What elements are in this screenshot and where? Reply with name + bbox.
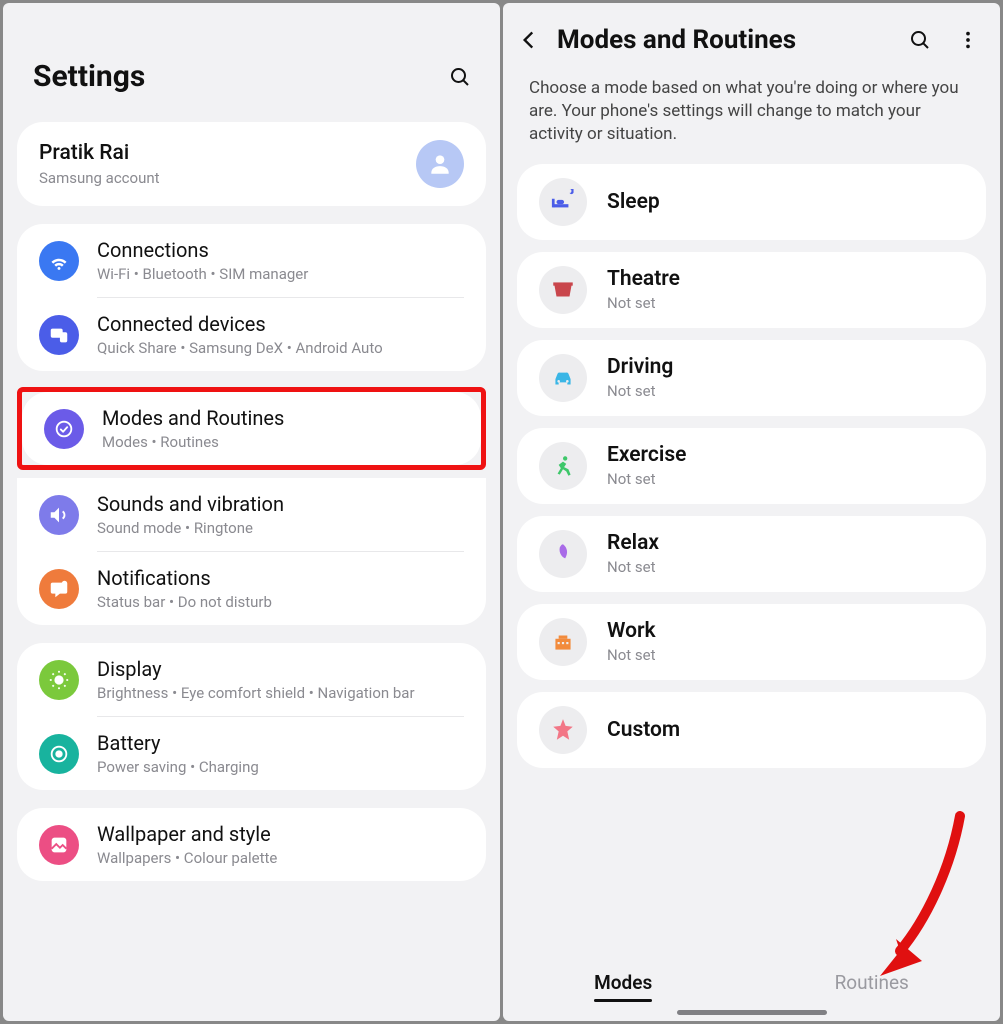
relax-icon bbox=[539, 530, 587, 578]
row-sub: Sound mode • Ringtone bbox=[97, 519, 464, 537]
mode-sub: Not set bbox=[607, 558, 659, 576]
account-name: Pratik Rai bbox=[39, 141, 160, 165]
mode-title: Sleep bbox=[607, 190, 660, 214]
sleep-icon bbox=[539, 178, 587, 226]
row-sub: Status bar • Do not disturb bbox=[97, 593, 464, 611]
page-title: Modes and Routines bbox=[553, 25, 896, 55]
devices-icon bbox=[39, 315, 79, 355]
display-icon bbox=[39, 660, 79, 700]
row-title: Wallpaper and style bbox=[97, 822, 464, 846]
row-title: Sounds and vibration bbox=[97, 492, 464, 516]
tab-modes[interactable]: Modes bbox=[594, 965, 652, 1000]
account-card[interactable]: Pratik Rai Samsung account bbox=[17, 122, 486, 206]
custom-icon bbox=[539, 706, 587, 754]
avatar[interactable] bbox=[416, 140, 464, 188]
mode-sub: Not set bbox=[607, 470, 686, 488]
settings-group-sound: Sounds and vibration Sound mode • Ringto… bbox=[17, 478, 486, 625]
settings-group-connections: Connections Wi-Fi • Bluetooth • SIM mana… bbox=[17, 224, 486, 371]
row-sub: Wallpapers • Colour palette bbox=[97, 849, 464, 867]
row-title: Notifications bbox=[97, 566, 464, 590]
row-title: Connected devices bbox=[97, 312, 464, 336]
row-sub: Quick Share • Samsung DeX • Android Auto bbox=[97, 339, 464, 357]
theatre-icon bbox=[539, 266, 587, 314]
mode-relax[interactable]: Relax Not set bbox=[517, 516, 986, 592]
settings-group-display: Display Brightness • Eye comfort shield … bbox=[17, 643, 486, 790]
notifications-icon bbox=[39, 569, 79, 609]
mode-work[interactable]: Work Not set bbox=[517, 604, 986, 680]
search-icon[interactable] bbox=[906, 26, 934, 54]
mode-sub: Not set bbox=[607, 646, 656, 664]
page-description: Choose a mode based on what you're doing… bbox=[503, 77, 1000, 164]
mode-title: Exercise bbox=[607, 443, 686, 467]
mode-sleep[interactable]: Sleep bbox=[517, 164, 986, 240]
mode-sub: Not set bbox=[607, 294, 680, 312]
mode-title: Relax bbox=[607, 531, 659, 555]
mode-exercise[interactable]: Exercise Not set bbox=[517, 428, 986, 504]
sound-icon bbox=[39, 495, 79, 535]
mode-title: Custom bbox=[607, 718, 680, 742]
highlight-annotation: Modes and Routines Modes • Routines bbox=[17, 387, 486, 470]
modes-icon bbox=[44, 409, 84, 449]
page-title: Settings bbox=[33, 59, 145, 94]
row-title: Connections bbox=[97, 238, 464, 262]
row-sub: Wi-Fi • Bluetooth • SIM manager bbox=[97, 265, 464, 283]
mode-custom[interactable]: Custom bbox=[517, 692, 986, 768]
bottom-tabs: Modes Routines bbox=[503, 951, 1000, 1010]
wallpaper-icon bbox=[39, 825, 79, 865]
driving-icon bbox=[539, 354, 587, 402]
row-battery[interactable]: Battery Power saving • Charging bbox=[17, 717, 486, 790]
mode-title: Work bbox=[607, 619, 656, 643]
row-sounds[interactable]: Sounds and vibration Sound mode • Ringto… bbox=[17, 478, 486, 551]
row-modes-routines[interactable]: Modes and Routines Modes • Routines bbox=[22, 392, 481, 465]
row-notifications[interactable]: Notifications Status bar • Do not distur… bbox=[17, 552, 486, 625]
more-icon[interactable] bbox=[954, 26, 982, 54]
row-title: Modes and Routines bbox=[102, 406, 459, 430]
account-sub: Samsung account bbox=[39, 169, 160, 187]
row-title: Battery bbox=[97, 731, 464, 755]
wifi-icon bbox=[39, 241, 79, 281]
row-connections[interactable]: Connections Wi-Fi • Bluetooth • SIM mana… bbox=[17, 224, 486, 297]
row-sub: Brightness • Eye comfort shield • Naviga… bbox=[97, 684, 464, 702]
battery-icon bbox=[39, 734, 79, 774]
mode-title: Theatre bbox=[607, 267, 680, 291]
exercise-icon bbox=[539, 442, 587, 490]
row-sub: Modes • Routines bbox=[102, 433, 459, 451]
tab-routines[interactable]: Routines bbox=[835, 965, 909, 1000]
home-indicator[interactable] bbox=[677, 1010, 827, 1015]
work-icon bbox=[539, 618, 587, 666]
modes-routines-screen: Modes and Routines Choose a mode based o… bbox=[503, 3, 1000, 1021]
row-title: Display bbox=[97, 657, 464, 681]
row-display[interactable]: Display Brightness • Eye comfort shield … bbox=[17, 643, 486, 716]
settings-group-wallpaper: Wallpaper and style Wallpapers • Colour … bbox=[17, 808, 486, 881]
mode-title: Driving bbox=[607, 355, 673, 379]
mode-driving[interactable]: Driving Not set bbox=[517, 340, 986, 416]
row-sub: Power saving • Charging bbox=[97, 758, 464, 776]
mode-sub: Not set bbox=[607, 382, 673, 400]
row-wallpaper[interactable]: Wallpaper and style Wallpapers • Colour … bbox=[17, 808, 486, 881]
back-icon[interactable] bbox=[515, 26, 543, 54]
search-icon[interactable] bbox=[446, 63, 474, 91]
row-connected-devices[interactable]: Connected devices Quick Share • Samsung … bbox=[17, 298, 486, 371]
settings-screen: Settings Pratik Rai Samsung account bbox=[3, 3, 500, 1021]
mode-theatre[interactable]: Theatre Not set bbox=[517, 252, 986, 328]
